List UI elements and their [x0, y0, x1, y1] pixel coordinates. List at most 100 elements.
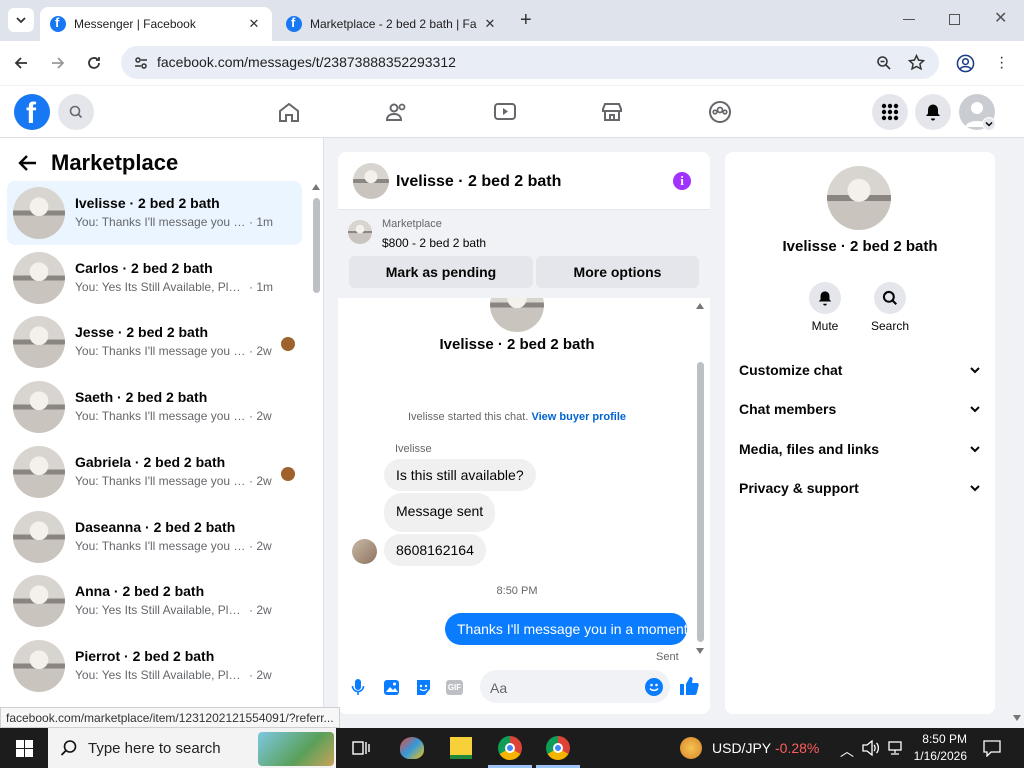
- zoom-icon[interactable]: [876, 55, 892, 71]
- more-options-button[interactable]: More options: [536, 256, 699, 288]
- details-avatar[interactable]: [827, 166, 891, 230]
- facebook-logo[interactable]: f: [14, 94, 50, 130]
- ticker-change[interactable]: -0.28%: [775, 740, 819, 756]
- show-hidden-icons-chevron-icon[interactable]: ︿: [840, 741, 854, 761]
- stock-widget-icon[interactable]: [680, 737, 702, 759]
- my-message-bubble[interactable]: Thanks I'll message you in a moment: [445, 613, 688, 645]
- search-in-chat-button[interactable]: [874, 282, 906, 314]
- privacy-support-section[interactable]: Privacy & support: [739, 470, 981, 506]
- message-bubble[interactable]: 8608162164: [384, 534, 486, 566]
- microphone-icon[interactable]: [351, 678, 365, 696]
- media-files-links-section[interactable]: Media, files and links: [739, 431, 981, 467]
- marketplace-icon[interactable]: [600, 100, 624, 124]
- conversation-item[interactable]: Daseanna · 2 bed 2 bath You: Thanks I'll …: [7, 505, 302, 569]
- task-view-icon[interactable]: [352, 739, 370, 757]
- network-icon[interactable]: [886, 740, 904, 756]
- conversation-avatar: [13, 445, 65, 498]
- forward-arrow-icon[interactable]: [50, 55, 66, 71]
- search-button[interactable]: [58, 94, 94, 130]
- conversation-preview-text: You: Thanks I'll message you in ...: [75, 344, 247, 359]
- chat-avatar[interactable]: [353, 163, 389, 199]
- chrome-app-icon[interactable]: [498, 736, 522, 760]
- listing-title[interactable]: $800 - 2 bed 2 bath: [382, 236, 486, 250]
- chat-title[interactable]: Ivelisse · 2 bed 2 bath: [396, 173, 561, 191]
- info-icon[interactable]: i: [673, 172, 691, 190]
- close-window-button[interactable]: ✕: [994, 8, 1007, 28]
- ticker-name[interactable]: USD/JPY: [712, 740, 771, 756]
- scroll-down-arrow-icon[interactable]: [696, 648, 704, 654]
- close-tab-icon[interactable]: ✕: [482, 16, 498, 32]
- new-tab-button[interactable]: +: [520, 9, 532, 32]
- account-chevron-icon[interactable]: [982, 117, 996, 131]
- clock-time[interactable]: 8:50 PM: [917, 732, 967, 746]
- video-icon[interactable]: [493, 100, 517, 124]
- sticker-icon[interactable]: [415, 679, 432, 696]
- chrome-profile-app-icon[interactable]: [546, 736, 570, 760]
- emoji-icon[interactable]: [645, 678, 663, 696]
- photo-icon[interactable]: [383, 679, 400, 696]
- message-bubble[interactable]: Message sent: [384, 493, 496, 532]
- friends-icon[interactable]: [385, 100, 409, 124]
- site-settings-icon[interactable]: [133, 55, 149, 71]
- sender-avatar[interactable]: [352, 539, 377, 564]
- taskbar-search-box[interactable]: Type here to search: [48, 728, 336, 768]
- customize-chat-section[interactable]: Customize chat: [739, 352, 981, 388]
- conversation-name: Daseanna · 2 bed 2 bath: [75, 518, 236, 535]
- browser-tab-bar: Messenger | Facebook ✕ Marketplace - 2 b…: [0, 0, 1024, 41]
- link-status-bar: facebook.com/marketplace/item/1231202121…: [0, 707, 340, 728]
- address-bar[interactable]: facebook.com/messages/t/2387388835229331…: [121, 46, 939, 79]
- conversation-item[interactable]: Anna · 2 bed 2 bath You: Yes Its Still Av…: [7, 569, 302, 633]
- thread-scrollbar[interactable]: [697, 362, 704, 642]
- conversation-item[interactable]: Saeth · 2 bed 2 bath You: Thanks I'll mes…: [7, 375, 302, 439]
- clock-date[interactable]: 1/16/2026: [908, 749, 967, 763]
- section-label: Customize chat: [739, 362, 843, 378]
- paint-app-icon[interactable]: [400, 737, 424, 759]
- home-icon[interactable]: [277, 100, 301, 124]
- view-buyer-profile-link[interactable]: View buyer profile: [531, 411, 626, 423]
- search-icon: [69, 105, 83, 119]
- grid-menu-icon: [881, 103, 899, 121]
- profile-icon[interactable]: [956, 54, 975, 73]
- page-scroll-down-arrow-icon[interactable]: [1013, 715, 1021, 721]
- message-timestamp: 8:50 PM: [496, 585, 538, 597]
- back-arrow-icon[interactable]: [18, 154, 38, 172]
- sticky-notes-app-icon[interactable]: [450, 737, 472, 759]
- browser-menu-icon[interactable]: · · ·: [999, 50, 1004, 76]
- tab-marketplace[interactable]: Marketplace - 2 bed 2 bath | Fa ✕: [276, 7, 508, 41]
- reload-icon[interactable]: [86, 55, 102, 71]
- conversation-item[interactable]: Ivelisse · 2 bed 2 bath You: Thanks I'll …: [7, 181, 302, 245]
- facebook-favicon-icon: [286, 15, 302, 32]
- chat-members-section[interactable]: Chat members: [739, 391, 981, 427]
- conversation-item[interactable]: Carlos · 2 bed 2 bath You: Yes Its Still …: [7, 246, 302, 310]
- windows-start-icon[interactable]: [16, 740, 33, 757]
- restore-button[interactable]: [949, 14, 960, 25]
- conversation-item[interactable]: Pierrot · 2 bed 2 bath You: Yes Its Still…: [7, 634, 302, 698]
- message-input[interactable]: Aa: [480, 670, 670, 703]
- notifications-button[interactable]: [915, 94, 951, 130]
- mute-button[interactable]: [809, 282, 841, 314]
- tab-search-button[interactable]: [8, 8, 34, 32]
- sidebar-scrollbar[interactable]: [313, 198, 320, 293]
- groups-icon[interactable]: [708, 100, 732, 124]
- like-icon[interactable]: [679, 676, 699, 696]
- listing-thumbnail[interactable]: [348, 220, 372, 244]
- back-arrow-icon[interactable]: [13, 55, 29, 71]
- notification-center-icon[interactable]: [983, 739, 1001, 757]
- scroll-up-arrow-icon[interactable]: [312, 184, 320, 190]
- mark-as-pending-button[interactable]: Mark as pending: [349, 256, 533, 288]
- scroll-up-arrow-icon[interactable]: [696, 303, 704, 309]
- menu-button[interactable]: [872, 94, 908, 130]
- conversation-item[interactable]: Gabriela · 2 bed 2 bath You: Thanks I'll …: [7, 440, 302, 504]
- volume-icon[interactable]: [862, 740, 880, 756]
- message-bubble[interactable]: Is this still available?: [384, 459, 536, 491]
- seen-avatar: [281, 337, 295, 352]
- tab-messenger[interactable]: Messenger | Facebook ✕: [40, 7, 272, 41]
- close-tab-icon[interactable]: ✕: [246, 16, 262, 32]
- conversation-preview: You: Thanks I'll message you in ... · 2w: [75, 474, 272, 488]
- listing-source: Marketplace: [382, 218, 442, 230]
- gif-icon[interactable]: GIF: [446, 680, 463, 695]
- minimize-button[interactable]: [903, 19, 915, 20]
- bookmark-star-icon[interactable]: [908, 54, 925, 71]
- chat-panel: Ivelisse · 2 bed 2 bath i Marketplace $8…: [338, 152, 710, 714]
- conversation-item[interactable]: Jesse · 2 bed 2 bath You: Thanks I'll mes…: [7, 310, 302, 374]
